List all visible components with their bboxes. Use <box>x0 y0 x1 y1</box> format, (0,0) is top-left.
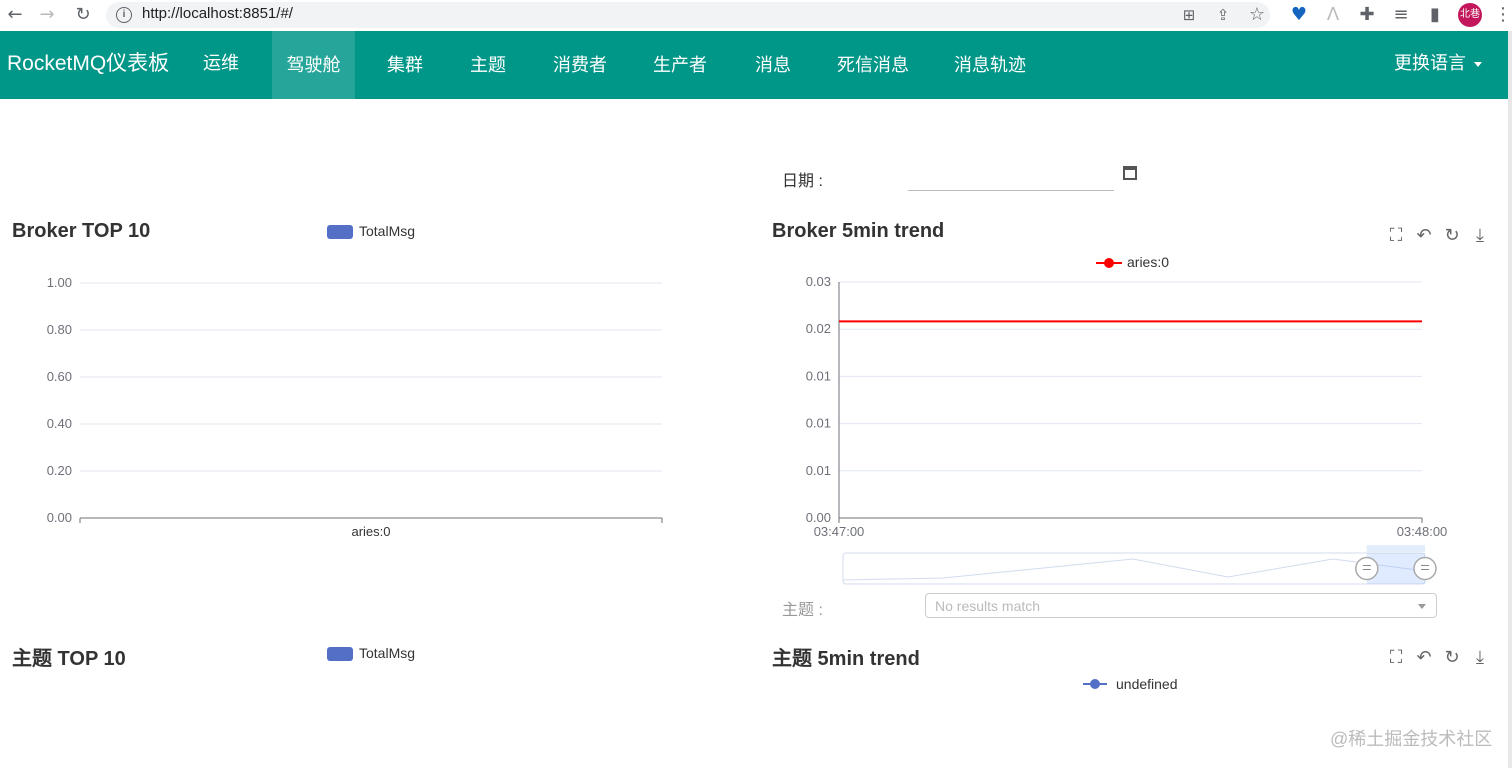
y-tick-label: 0.40 <box>47 416 72 431</box>
nav-item-dashboard[interactable]: 驾驶舱 <box>272 31 355 99</box>
nav-item-consumer[interactable]: 消费者 <box>543 31 617 99</box>
datazoom-mover <box>1366 545 1425 552</box>
translate-icon[interactable]: ⊞ <box>1178 4 1200 26</box>
legend-label-totalmsg[interactable]: TotalMsg <box>359 223 415 239</box>
x-tick-label: aries:0 <box>351 524 390 539</box>
legend-line-undefined[interactable] <box>1080 676 1110 692</box>
y-tick-label: 1.00 <box>47 275 72 290</box>
zoom-icon[interactable]: ⛶ <box>1382 225 1410 246</box>
zoom-icon[interactable]: ⛶ <box>1382 647 1410 668</box>
date-label: 日期 : <box>782 173 823 190</box>
extension-v-icon[interactable]: ♥ <box>1288 4 1310 26</box>
nav-item-topic[interactable]: 主题 <box>458 31 518 99</box>
x-tick-label: 03:48:00 <box>1397 524 1448 539</box>
bookmark-star-icon[interactable]: ☆ <box>1246 4 1268 26</box>
x-tick-label: 03:47:00 <box>814 524 865 539</box>
topic-label: 主题 : <box>782 602 823 619</box>
restore-icon[interactable]: ↻ <box>1438 647 1466 668</box>
legend-swatch-topic-totalmsg[interactable] <box>327 647 353 661</box>
caret-down-icon <box>1474 61 1482 67</box>
zoom-reset-icon[interactable]: ↶ <box>1410 647 1438 668</box>
y-tick-label: 0.00 <box>806 510 831 525</box>
language-label: 更换语言 <box>1394 53 1466 73</box>
y-tick-label: 0.20 <box>47 463 72 478</box>
page-scrollbar[interactable] <box>1508 31 1512 768</box>
legend-label-aries: aries:0 <box>1127 254 1169 270</box>
watermark: @稀土掘金技术社区 <box>1330 729 1493 749</box>
topic-trend-toolbox: ⛶ ↶ ↻ ⤓ <box>1382 647 1494 668</box>
y-tick-label: 0.01 <box>806 463 831 478</box>
restore-icon[interactable]: ↻ <box>1438 225 1466 246</box>
language-dropdown[interactable]: 更换语言 <box>1394 50 1482 76</box>
forward-icon[interactable]: → <box>36 4 58 26</box>
broker-top10-chart: 0.00 0.20 0.40 0.60 0.80 1.00 aries:0 <box>47 275 663 539</box>
datazoom-handle-end <box>1413 556 1437 581</box>
back-icon[interactable]: ← <box>4 4 26 26</box>
y-tick-label: 0.80 <box>47 322 72 337</box>
dropdown-arrow-icon <box>1418 604 1426 609</box>
zoom-reset-icon[interactable]: ↶ <box>1410 225 1438 246</box>
nav-item-producer[interactable]: 生产者 <box>643 31 717 99</box>
legend-marker-aries <box>1104 258 1114 268</box>
nav-item-message-trace[interactable]: 消息轨迹 <box>944 31 1036 99</box>
y-tick-label: 0.01 <box>806 416 831 431</box>
broker-top10-title: Broker TOP 10 <box>12 220 151 242</box>
y-tick-label: 0.01 <box>806 368 831 383</box>
browser-menu-icon[interactable]: ⋮ <box>1494 4 1512 26</box>
extensions-puzzle-icon[interactable]: ✚ <box>1356 4 1378 26</box>
calendar-icon[interactable] <box>1123 166 1137 180</box>
topic-select-placeholder: No results match <box>935 598 1041 614</box>
y-tick-label: 0.60 <box>47 369 72 384</box>
y-tick-label: 0.00 <box>47 510 72 525</box>
topic-top10-title: 主题 TOP 10 <box>12 648 126 670</box>
nav-item-message[interactable]: 消息 <box>743 31 803 99</box>
browser-toolbar: ← → ↻ i http://localhost:8851/#/ ⊞ ⇪ ☆ ♥… <box>0 0 1512 32</box>
download-icon[interactable]: ⤓ <box>1466 647 1494 668</box>
legend-label-undefined[interactable]: undefined <box>1116 676 1178 692</box>
topic-trend-title: 主题 5min trend <box>772 648 920 670</box>
brand-title[interactable]: RocketMQ仪表板 <box>7 50 169 78</box>
top-navbar: RocketMQ仪表板 运维 驾驶舱 集群 主题 消费者 生产者 消息 死信消息… <box>0 31 1508 99</box>
side-panel-icon[interactable]: ▮ <box>1424 4 1446 26</box>
nav-item-dlq-message[interactable]: 死信消息 <box>827 31 919 99</box>
topic-select[interactable]: No results match <box>925 593 1437 618</box>
site-info-icon[interactable]: i <box>116 7 132 23</box>
datazoom-handle-start <box>1355 556 1379 581</box>
nav-item-ops[interactable]: 运维 <box>190 31 252 99</box>
legend-label-topic-totalmsg[interactable]: TotalMsg <box>359 645 415 661</box>
download-icon[interactable]: ⤓ <box>1466 225 1494 246</box>
profile-avatar[interactable]: 北巷 <box>1458 3 1482 27</box>
url-text[interactable]: http://localhost:8851/#/ <box>142 4 293 24</box>
broker-trend-title: Broker 5min trend <box>772 220 945 242</box>
share-icon[interactable]: ⇪ <box>1212 4 1234 26</box>
y-tick-label: 0.03 <box>806 274 831 289</box>
extension-a-icon[interactable]: Λ <box>1322 4 1344 26</box>
reload-icon[interactable]: ↻ <box>72 4 94 26</box>
legend-swatch-totalmsg[interactable] <box>327 225 353 239</box>
nav-item-cluster[interactable]: 集群 <box>375 31 435 99</box>
broker-trend-toolbox: ⛶ ↶ ↻ ⤓ <box>1382 225 1494 246</box>
y-tick-label: 0.02 <box>806 321 831 336</box>
date-input[interactable] <box>908 166 1114 191</box>
datazoom-track <box>842 552 1426 585</box>
reading-list-icon[interactable]: ≡ <box>1390 4 1412 26</box>
broker-trend-chart: aries:0 0.00 0.01 0.01 0.01 0.02 0.03 03:47:00 0… <box>806 254 1448 585</box>
